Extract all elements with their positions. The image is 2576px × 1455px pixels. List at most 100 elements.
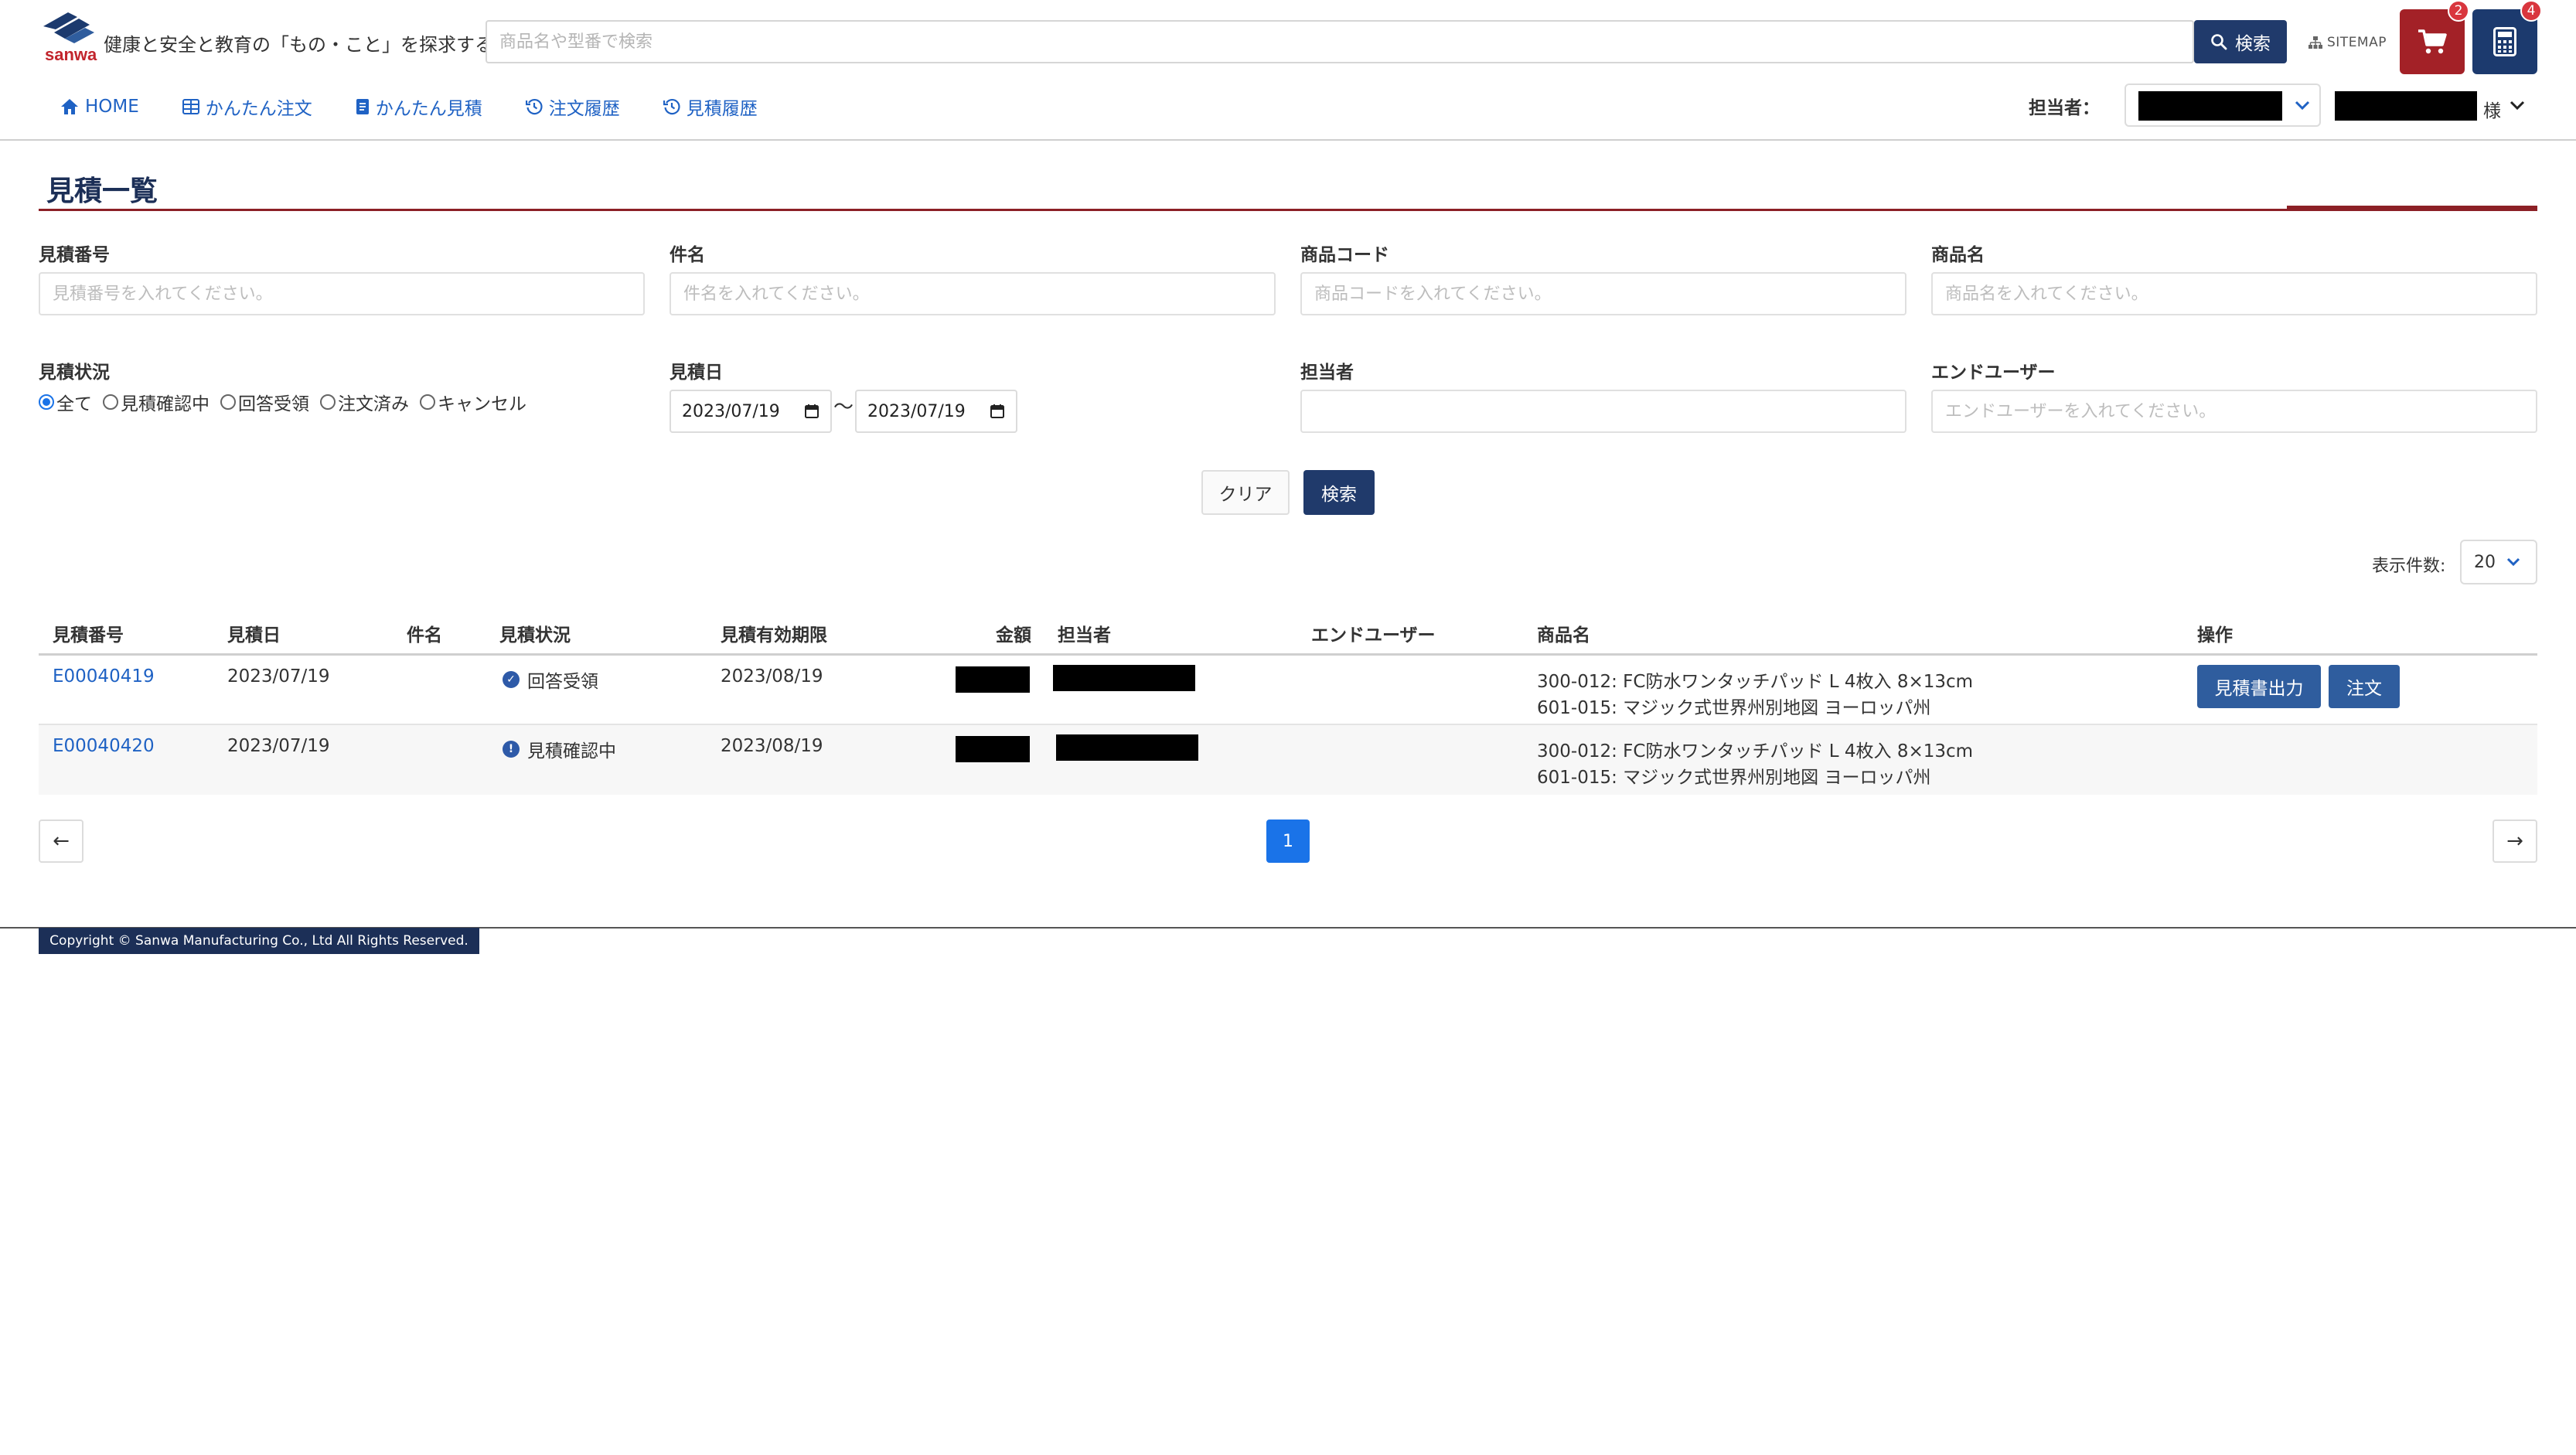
nav-home[interactable]: HOME [60, 97, 139, 117]
logo-text: sanwa [45, 45, 97, 64]
quote-date-from-value: 2023/07/19 [682, 401, 780, 421]
status-text: 回答受領 [527, 672, 598, 692]
status-radio-label: 見積確認中 [121, 394, 210, 414]
calendar-icon[interactable] [990, 404, 1005, 419]
sitemap-label: SITEMAP [2327, 35, 2387, 50]
cart-count-badge: 2 [2448, 0, 2469, 22]
title-divider-accent [2287, 206, 2537, 210]
exclamation-circle-icon: ! [503, 741, 520, 758]
status-radio-all[interactable]: 全て [39, 389, 92, 415]
column-header: 操作 [2197, 625, 2233, 646]
column-header: 見積状況 [499, 625, 571, 646]
nav-easy-order[interactable]: かんたん注文 [182, 94, 312, 120]
redacted-staff [1053, 665, 1195, 691]
quote-number-label: 見積番号 [39, 245, 110, 265]
expiry-cell: 2023/08/19 [721, 736, 823, 756]
quote-date-label: 見積日 [670, 363, 723, 383]
status-radio-ordered[interactable]: 注文済み [320, 389, 409, 415]
search-icon [2211, 34, 2227, 50]
table-row: E00040419 2023/07/19 ✓ 回答受領 2023/08/19 3… [39, 656, 2537, 725]
calculator-count-badge: 4 [2520, 0, 2542, 22]
status-cell: ✓ 回答受領 [503, 666, 598, 693]
status-radio-label: キャンセル [438, 394, 526, 414]
radio-button[interactable] [103, 394, 118, 410]
date-range-separator: 〜 [833, 396, 854, 419]
check-circle-icon: ✓ [503, 671, 520, 688]
search-input[interactable] [487, 22, 2196, 62]
search-button-label: 検索 [2235, 34, 2271, 54]
staff-filter-label: 担当者 [1300, 363, 1354, 383]
history-icon [663, 98, 680, 115]
redacted-staff [1056, 734, 1198, 761]
status-radio-answered[interactable]: 回答受領 [220, 389, 309, 415]
product-code-input[interactable] [1300, 272, 1906, 315]
prev-page-button[interactable]: ← [39, 820, 83, 863]
quote-date-cell: 2023/07/19 [227, 666, 330, 687]
nav-home-label: HOME [85, 97, 139, 117]
nav-quote-history[interactable]: 見積履歴 [663, 94, 758, 120]
status-radio-pending[interactable]: 見積確認中 [103, 389, 210, 415]
document-icon [356, 99, 369, 114]
next-page-button[interactable]: → [2493, 820, 2537, 863]
radio-button[interactable] [420, 394, 435, 410]
radio-button[interactable] [320, 394, 336, 410]
quote-date-cell: 2023/07/19 [227, 736, 330, 756]
column-header: 見積有効期限 [721, 625, 827, 646]
radio-button[interactable] [220, 394, 236, 410]
nav-easy-quote[interactable]: かんたん見積 [356, 94, 482, 120]
filter-search-button[interactable]: 検索 [1303, 470, 1375, 515]
radio-button[interactable] [39, 394, 54, 410]
end-user-input[interactable] [1931, 390, 2537, 433]
column-header: 見積日 [227, 625, 281, 646]
product-line: 601-015: マジック式世界州別地図 ヨーロッパ州 [1537, 768, 1931, 788]
quote-date-from[interactable]: 2023/07/19 [670, 390, 832, 433]
quotes-table: 見積番号 見積日 件名 見積状況 見積有効期限 金額 担当者 エンドユーザー 商… [39, 609, 2537, 795]
nav-quote-history-label: 見積履歴 [686, 99, 758, 119]
status-radio-label: 注文済み [338, 394, 409, 414]
nav-easy-order-label: かんたん注文 [205, 99, 312, 119]
sanwa-logo[interactable]: sanwa [39, 9, 101, 65]
per-page-select[interactable]: 20 [2460, 540, 2537, 584]
product-name-input[interactable] [1931, 272, 2537, 315]
cart-icon [2418, 29, 2447, 54]
quote-pdf-button[interactable]: 見積書出力 [2197, 665, 2321, 708]
staff-select[interactable] [2125, 83, 2321, 127]
calculator-icon [2493, 27, 2516, 56]
title-divider [39, 209, 2537, 211]
subject-input[interactable] [670, 272, 1276, 315]
redacted-user-name [2335, 91, 2477, 121]
nav-order-history[interactable]: 注文履歴 [525, 94, 620, 120]
quote-number-input[interactable] [39, 272, 645, 315]
column-header: 担当者 [1058, 625, 1111, 646]
per-page-label: 表示件数: [2372, 557, 2446, 576]
page-title: 見積一覧 [46, 175, 158, 207]
status-radio-cancelled[interactable]: キャンセル [420, 389, 526, 415]
product-line: 601-015: マジック式世界州別地図 ヨーロッパ州 [1537, 698, 1931, 718]
tagline: 健康と安全と教育の「もの・こと」を探求する [104, 34, 493, 56]
page-1-button[interactable]: 1 [1266, 820, 1310, 863]
per-page-value: 20 [2474, 552, 2496, 572]
table-row: E00040420 2023/07/19 ! 見積確認中 2023/08/19 … [39, 725, 2537, 795]
chevron-down-icon [2295, 101, 2310, 111]
expiry-cell: 2023/08/19 [721, 666, 823, 687]
quote-number-link[interactable]: E00040419 [53, 666, 155, 687]
calendar-icon[interactable] [804, 404, 819, 419]
cart-button[interactable]: 2 [2400, 0, 2469, 74]
history-icon [525, 98, 543, 115]
staff-filter-input[interactable] [1300, 390, 1906, 433]
product-code-label: 商品コード [1300, 245, 1389, 265]
quote-date-to-value: 2023/07/19 [867, 401, 966, 421]
copyright: Copyright © Sanwa Manufacturing Co., Ltd… [39, 928, 479, 954]
search-button[interactable]: 検索 [2194, 20, 2287, 63]
status-radio-group: 全て 見積確認中 回答受領 注文済み キャンセル [39, 390, 526, 414]
quote-number-link[interactable]: E00040420 [53, 736, 155, 756]
quote-calculator-button[interactable]: 4 [2472, 0, 2542, 74]
order-button[interactable]: 注文 [2329, 665, 2400, 708]
clear-button[interactable]: クリア [1201, 470, 1290, 515]
status-radio-label: 回答受領 [238, 394, 309, 414]
sitemap-link[interactable]: SITEMAP [2309, 31, 2387, 54]
quote-date-to[interactable]: 2023/07/19 [855, 390, 1017, 433]
user-menu[interactable]: 様 [2335, 91, 2536, 122]
redacted-amount [956, 736, 1030, 762]
chevron-down-icon [2510, 101, 2525, 111]
